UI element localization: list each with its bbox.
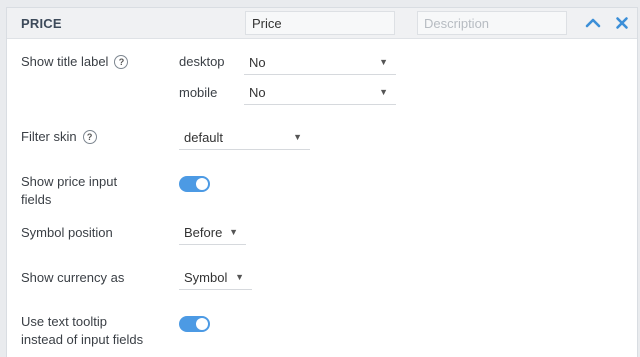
dropdown-caret-icon: ▼ bbox=[379, 57, 388, 67]
price-filter-panel: PRICE Show title label? desktop No ▼ mob… bbox=[6, 7, 638, 357]
mobile-title-value: No bbox=[249, 85, 266, 100]
text-tooltip-label: Use text tooltip instead of input fields bbox=[21, 313, 143, 349]
panel-header: PRICE bbox=[7, 8, 637, 39]
show-title-label: Show title label? bbox=[21, 53, 129, 71]
symbol-position-label: Symbol position bbox=[21, 225, 113, 240]
title-input[interactable] bbox=[245, 11, 395, 35]
label-line-1: Use text tooltip bbox=[21, 314, 107, 329]
symbol-position-value: Before bbox=[184, 225, 223, 240]
dropdown-caret-icon: ▼ bbox=[235, 272, 244, 282]
dropdown-caret-icon: ▼ bbox=[229, 227, 238, 237]
show-price-inputs-toggle[interactable] bbox=[179, 176, 210, 192]
symbol-position-select[interactable]: Before ▼ bbox=[179, 221, 246, 245]
toggle-knob bbox=[196, 318, 208, 330]
desktop-label: desktop bbox=[179, 54, 225, 69]
show-price-inputs-label: Show price input fields bbox=[21, 173, 117, 209]
description-input[interactable] bbox=[417, 11, 567, 35]
text-tooltip-toggle[interactable] bbox=[179, 316, 210, 332]
mobile-label: mobile bbox=[179, 85, 218, 100]
label-line-2: fields bbox=[21, 192, 52, 207]
desktop-title-value: No bbox=[249, 55, 266, 70]
close-icon[interactable] bbox=[613, 14, 631, 32]
desktop-title-select[interactable]: No ▼ bbox=[244, 51, 396, 75]
help-icon[interactable]: ? bbox=[82, 130, 97, 144]
dropdown-caret-icon: ▼ bbox=[293, 132, 302, 142]
label-line-2: instead of input fields bbox=[21, 332, 144, 347]
panel-title: PRICE bbox=[21, 16, 62, 31]
show-currency-value: Symbol bbox=[184, 270, 228, 285]
filter-skin-value: default bbox=[184, 130, 224, 145]
show-title-label-text: Show title label bbox=[21, 54, 109, 69]
toggle-knob bbox=[196, 178, 208, 190]
filter-skin-label-text: Filter skin bbox=[21, 129, 77, 144]
chevron-up-icon[interactable] bbox=[584, 14, 602, 32]
show-currency-select[interactable]: Symbol ▼ bbox=[179, 266, 252, 290]
show-currency-label: Show currency as bbox=[21, 270, 125, 285]
filter-skin-label: Filter skin? bbox=[21, 128, 97, 146]
help-icon[interactable]: ? bbox=[114, 55, 129, 69]
filter-skin-select[interactable]: default ▼ bbox=[179, 126, 310, 150]
dropdown-caret-icon: ▼ bbox=[379, 87, 388, 97]
label-line-1: Show price input bbox=[21, 174, 118, 189]
mobile-title-select[interactable]: No ▼ bbox=[244, 81, 396, 105]
